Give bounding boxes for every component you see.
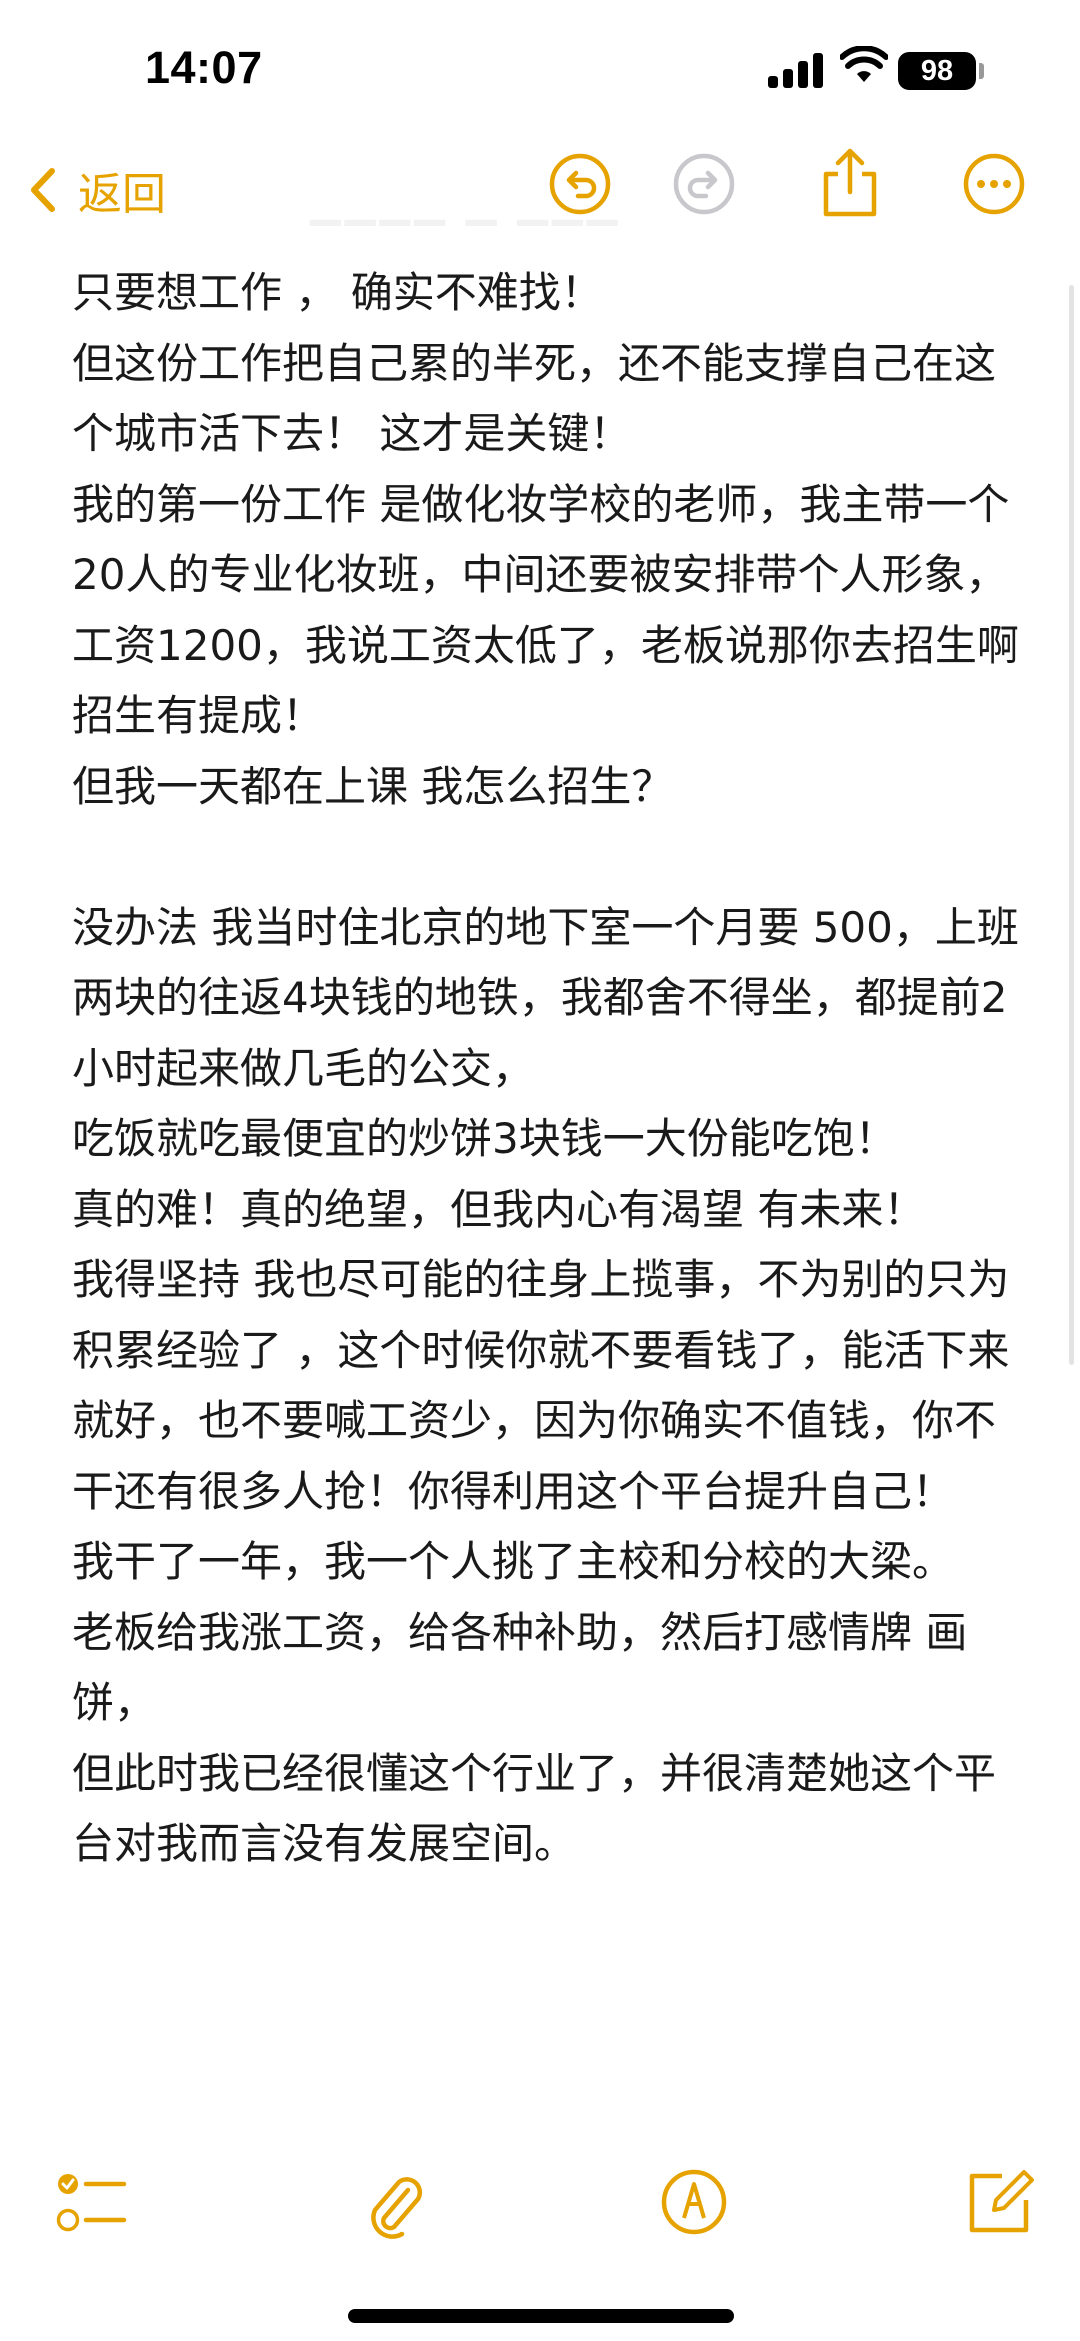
checklist-icon[interactable] [56,2170,128,2236]
status-time: 14:07 [145,42,263,93]
note-body[interactable]: 只要想工作 ， 确实不难找！ 但这份工作把自己累的半死，还不能支撑自己在这个城市… [72,258,1022,1880]
redo-icon[interactable] [672,152,736,216]
note-blank-line [72,822,1022,893]
note-paragraph: 但这份工作把自己累的半死，还不能支撑自己在这个城市活下去！ 这才是关键！ [72,338,997,459]
scrollbar[interactable] [1069,285,1074,1365]
chevron-left-icon [31,168,55,212]
note-paragraph: 真的难！真的绝望，但我内心有渴望 有未来！ [72,1184,926,1234]
undo-icon[interactable] [548,152,612,216]
note-paragraph: 我的第一份工作 是做化妆学校的老师，我主带一个20人的专业化妆班，中间还要被安排… [72,479,1033,741]
toolbar-fade [0,2120,1080,2341]
back-button[interactable]: 返回 [30,160,166,220]
note-paragraph: 我得坚持 我也尽可能的往身上揽事，不为别的只为积累经验了 ，这个时候你就不要看钱… [72,1255,1010,1516]
note-paragraph: 我干了一年，我一个人挑了主校和分校的大梁。 [72,1537,955,1586]
battery-cap [979,63,984,79]
back-label: 返回 [78,169,166,220]
signal-icon [768,52,826,88]
note-paragraph: 但此时我已经很懂这个行业了，并很清楚她这个平台对我而言没有发展空间。 [72,1748,997,1869]
share-icon[interactable] [818,146,882,220]
battery-level: 98 [920,55,954,87]
attachment-icon[interactable] [364,2168,428,2240]
note-paragraph: 老板给我涨工资，给各种补助，然后打感情牌 画饼， [72,1607,968,1728]
battery-icon: 98 [898,52,976,90]
more-icon[interactable] [962,152,1026,216]
home-indicator[interactable] [348,2309,734,2323]
wifi-icon [840,46,888,82]
markup-icon[interactable] [660,2168,728,2236]
note-paragraph: 吃饭就吃最便宜的炒饼3块钱一大份能吃饱！ [72,1114,897,1163]
note-paragraph: 没办法 我当时住北京的地下室一个月要 500，上班两块的往返4块钱的地铁，我都舍… [72,902,1019,1093]
compose-icon[interactable] [964,2166,1036,2236]
note-paragraph: 但我一天都在上课 我怎么招生？ [72,761,674,811]
note-paragraph: 只要想工作 ， 确实不难找！ [72,268,603,317]
